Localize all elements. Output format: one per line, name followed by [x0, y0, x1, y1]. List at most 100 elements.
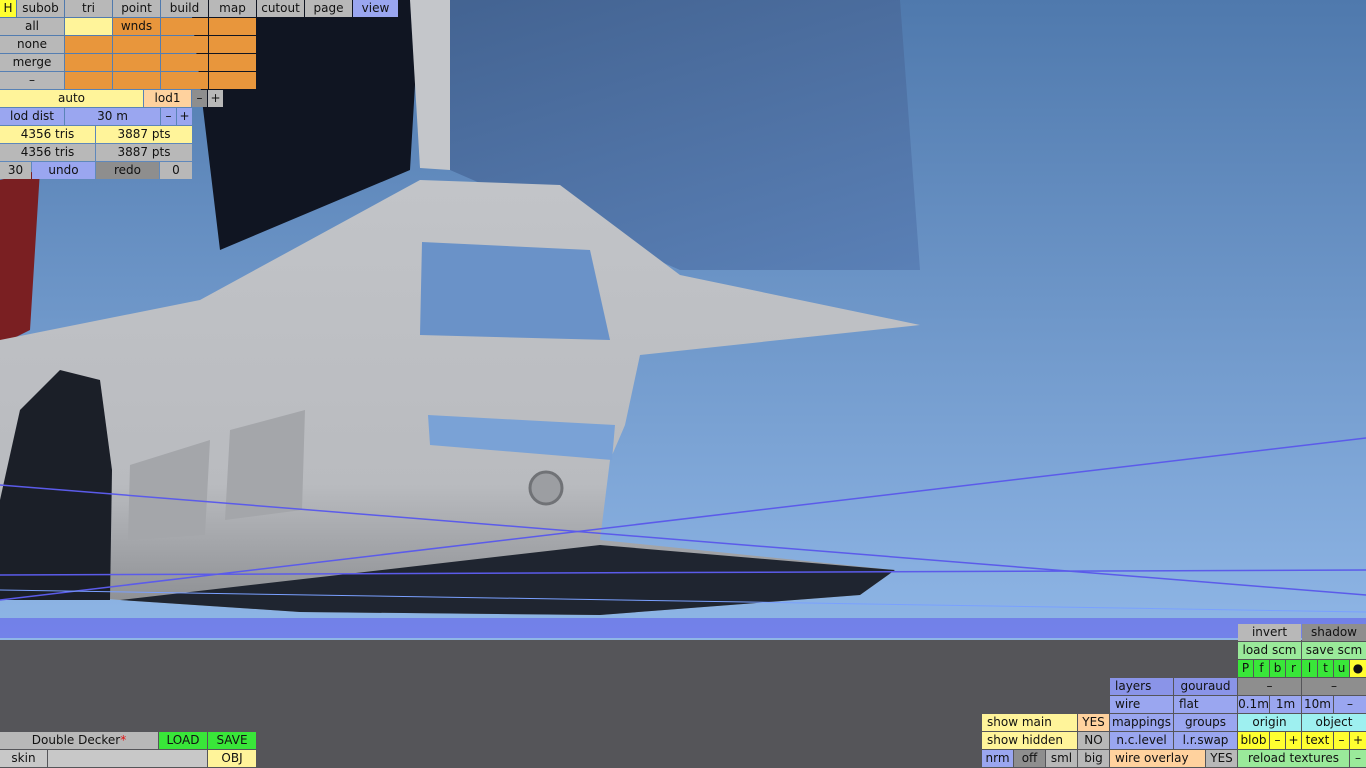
text-button[interactable]: text [1302, 732, 1333, 749]
normals-nrm-button[interactable]: nrm [982, 750, 1013, 767]
model-name-field[interactable]: Double Decker* [0, 732, 158, 749]
model-name: Double Decker [31, 733, 121, 747]
skin-field[interactable] [48, 750, 207, 767]
dash-button-right[interactable]: – [1302, 678, 1366, 695]
tab-build[interactable]: build [161, 0, 208, 17]
undo-button[interactable]: undo [32, 162, 95, 179]
sel-cell[interactable] [65, 72, 112, 89]
sel-cell[interactable] [161, 54, 208, 71]
load-scm-button[interactable]: load scm [1238, 642, 1301, 659]
reload-minus-button[interactable]: – [1350, 750, 1366, 767]
save-button[interactable]: SAVE [208, 732, 256, 749]
lod-dist-label: lod dist [0, 108, 64, 125]
tab-point[interactable]: point [113, 0, 160, 17]
skin-label: skin [0, 750, 47, 767]
merge-button[interactable]: merge [0, 54, 64, 71]
object-button[interactable]: object [1302, 714, 1366, 731]
sel-cell[interactable] [113, 36, 160, 53]
tab-map[interactable]: map [209, 0, 256, 17]
tab-page[interactable]: page [305, 0, 352, 17]
normals-off-button[interactable]: off [1014, 750, 1045, 767]
obj-button[interactable]: OBJ [208, 750, 256, 767]
view-dot-button[interactable]: ● [1350, 660, 1366, 677]
grid-minus-button[interactable]: – [1334, 696, 1366, 713]
flat-button[interactable]: flat [1174, 696, 1237, 713]
view-r-button[interactable]: r [1286, 660, 1301, 677]
bus-window-recess [420, 242, 610, 340]
sel-cell[interactable] [209, 54, 256, 71]
lod-dist-value[interactable]: 30 m [65, 108, 160, 125]
reload-textures-button[interactable]: reload textures [1238, 750, 1349, 767]
view-l-button[interactable]: l [1302, 660, 1317, 677]
normals-sml-button[interactable]: sml [1046, 750, 1077, 767]
sel-cell[interactable] [65, 36, 112, 53]
sel-cell[interactable] [209, 36, 256, 53]
grid-10m-button[interactable]: 10m [1302, 696, 1333, 713]
show-hidden-toggle[interactable]: NO [1078, 732, 1109, 749]
tab-subob[interactable]: subob [17, 0, 64, 17]
normals-big-button[interactable]: big [1078, 750, 1109, 767]
sel-cell[interactable] [161, 72, 208, 89]
bus-headlight [528, 470, 564, 506]
save-scm-button[interactable]: save scm [1302, 642, 1366, 659]
blob-button[interactable]: blob [1238, 732, 1269, 749]
wire-overlay-label: wire overlay [1110, 750, 1205, 767]
select-all-button[interactable]: all [0, 18, 64, 35]
tri-count-total: 4356 tris [0, 144, 95, 161]
grid-0-1m-button[interactable]: 0.1m [1238, 696, 1269, 713]
sel-cell[interactable] [209, 18, 256, 35]
wire-overlay-toggle[interactable]: YES [1206, 750, 1237, 767]
dash-button-left[interactable]: – [1238, 678, 1301, 695]
sel-cell-wnds[interactable]: wnds [113, 18, 160, 35]
show-hidden-label: show hidden [982, 732, 1077, 749]
text-minus-button[interactable]: – [1334, 732, 1349, 749]
sel-cell[interactable] [161, 36, 208, 53]
lod-dist-minus-button[interactable]: – [161, 108, 176, 125]
select-none-button[interactable]: none [0, 36, 64, 53]
layers-button[interactable]: layers [1110, 678, 1173, 695]
point-count-total: 3887 pts [96, 144, 192, 161]
sel-cell[interactable] [113, 72, 160, 89]
groups-button[interactable]: groups [1174, 714, 1237, 731]
nc-level-button[interactable]: n.c.level [1110, 732, 1173, 749]
sel-cell[interactable] [65, 18, 112, 35]
blob-plus-button[interactable]: + [1286, 732, 1301, 749]
blob-minus-button[interactable]: – [1270, 732, 1285, 749]
sel-cell[interactable] [65, 54, 112, 71]
3d-viewport[interactable] [0, 0, 1366, 768]
lod-auto-button[interactable]: auto [0, 90, 143, 107]
dash-button[interactable]: – [0, 72, 64, 89]
lod-plus-button[interactable]: + [208, 90, 223, 107]
origin-button[interactable]: origin [1238, 714, 1301, 731]
tab-cutout[interactable]: cutout [257, 0, 304, 17]
load-button[interactable]: LOAD [159, 732, 207, 749]
invert-button[interactable]: invert [1238, 624, 1301, 641]
tab-tri[interactable]: tri [65, 0, 112, 17]
tab-h[interactable]: H [0, 0, 16, 17]
redo-button[interactable]: redo [96, 162, 159, 179]
lod-minus-button[interactable]: – [192, 90, 207, 107]
wire-band [0, 618, 1366, 638]
view-b-button[interactable]: b [1270, 660, 1285, 677]
mappings-button[interactable]: mappings [1110, 714, 1173, 731]
undo-count: 30 [0, 162, 31, 179]
view-p-button[interactable]: P [1238, 660, 1253, 677]
wire-button[interactable]: wire [1110, 696, 1173, 713]
sel-cell[interactable] [113, 54, 160, 71]
redo-count: 0 [160, 162, 192, 179]
lr-swap-button[interactable]: l.r.swap [1174, 732, 1237, 749]
shadow-button[interactable]: shadow [1302, 624, 1366, 641]
gouraud-button[interactable]: gouraud [1174, 678, 1237, 695]
view-t-button[interactable]: t [1318, 660, 1333, 677]
lod-dist-plus-button[interactable]: + [177, 108, 192, 125]
sel-cell[interactable] [209, 72, 256, 89]
sel-cell[interactable] [161, 18, 208, 35]
tri-count: 4356 tris [0, 126, 95, 143]
view-f-button[interactable]: f [1254, 660, 1269, 677]
text-plus-button[interactable]: + [1350, 732, 1366, 749]
lod-level-button[interactable]: lod1 [144, 90, 191, 107]
grid-1m-button[interactable]: 1m [1270, 696, 1301, 713]
tab-view[interactable]: view [353, 0, 398, 17]
view-u-button[interactable]: u [1334, 660, 1349, 677]
show-main-toggle[interactable]: YES [1078, 714, 1109, 731]
